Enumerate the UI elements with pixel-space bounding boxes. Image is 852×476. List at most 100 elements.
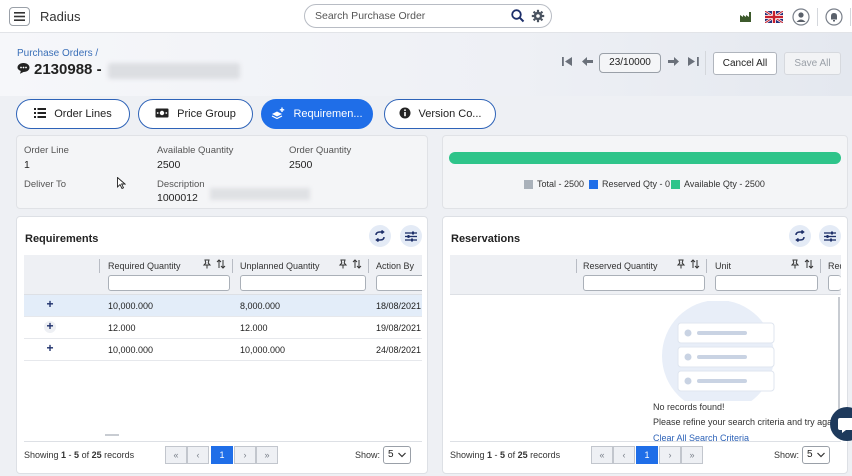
reservations-panel: Reservations Reserved Quantity Unit Req … bbox=[442, 216, 848, 474]
order-quantity-value: 2500 bbox=[289, 159, 313, 171]
clear-all-search-criteria-link[interactable]: Clear All Search Criteria bbox=[653, 433, 749, 441]
breadcrumb[interactable]: Purchase Orders / bbox=[17, 48, 98, 59]
previous-arrow-icon[interactable] bbox=[582, 57, 593, 69]
factory-icon[interactable] bbox=[736, 7, 755, 26]
hamburger-menu-icon[interactable] bbox=[9, 7, 30, 26]
column-header-reserved-quantity[interactable]: Reserved Quantity bbox=[583, 261, 658, 271]
order-line-label: Order Line bbox=[24, 145, 69, 156]
required-quantity-cell: 10,000.000 bbox=[108, 301, 154, 311]
column-separator bbox=[706, 259, 707, 273]
chevron-down-icon bbox=[817, 447, 825, 469]
required-quantity-filter-input[interactable] bbox=[108, 275, 230, 291]
action-by-cell: 19/08/2021 bbox=[376, 323, 422, 333]
unplanned-quantity-cell: 8,000.000 bbox=[240, 301, 281, 311]
quantity-summary: Total - 2500 Reserved Qty - 0 Available … bbox=[442, 135, 848, 209]
cancel-all-button[interactable]: Cancel All bbox=[713, 52, 777, 75]
required-quantity-cell: 10,000.000 bbox=[108, 345, 154, 355]
top-bar: Radius bbox=[0, 0, 852, 33]
pin-icon[interactable] bbox=[676, 259, 686, 272]
sort-icon[interactable] bbox=[804, 259, 814, 272]
column-header-required-quantity[interactable]: Required Quantity bbox=[108, 261, 181, 271]
tab-price-group[interactable]: Price Group bbox=[138, 99, 253, 129]
last-page-button[interactable]: » bbox=[681, 446, 703, 464]
table-row[interactable]: + 10,000.000 10,000.000 24/08/2021 bbox=[24, 339, 422, 361]
notification-bell-icon[interactable] bbox=[824, 7, 843, 26]
column-header-req[interactable]: Req bbox=[828, 261, 841, 271]
sort-icon[interactable] bbox=[690, 259, 700, 272]
show-label: Show: bbox=[355, 450, 381, 460]
action-by-cell: 18/08/2021 bbox=[376, 301, 422, 311]
action-by-filter-input[interactable] bbox=[376, 275, 422, 291]
current-page-button[interactable]: 1 bbox=[211, 446, 233, 464]
legend-swatch bbox=[671, 179, 680, 189]
column-separator bbox=[576, 259, 577, 273]
refresh-icon[interactable] bbox=[369, 225, 391, 247]
search-settings-gear-icon[interactable] bbox=[531, 9, 545, 26]
tab-version-control[interactable]: Version Co... bbox=[384, 99, 496, 129]
uk-flag-icon[interactable] bbox=[764, 7, 783, 26]
record-count: Showing 1 - 5 of 25 records bbox=[24, 450, 135, 460]
sort-icon[interactable] bbox=[216, 259, 226, 272]
first-page-button[interactable]: « bbox=[591, 446, 613, 464]
page-size-select[interactable]: 5 bbox=[383, 446, 411, 464]
page-size-value: 5 bbox=[388, 449, 394, 460]
expand-row-plus-icon[interactable]: + bbox=[44, 298, 56, 311]
chat-support-icon[interactable] bbox=[830, 407, 852, 441]
panel-title: Requirements bbox=[25, 233, 99, 245]
record-pager[interactable]: 23/10000 bbox=[599, 53, 661, 73]
search-input[interactable] bbox=[315, 10, 505, 22]
tab-requirements[interactable]: Requiremen... bbox=[261, 99, 373, 129]
column-settings-icon[interactable] bbox=[819, 225, 841, 247]
column-header-action-by[interactable]: Action By bbox=[376, 261, 414, 271]
first-page-button[interactable]: « bbox=[165, 446, 187, 464]
horizontal-scrollbar[interactable] bbox=[105, 434, 119, 436]
column-settings-icon[interactable] bbox=[400, 225, 422, 247]
column-header-unit[interactable]: Unit bbox=[715, 261, 731, 271]
info-circle-icon bbox=[399, 107, 411, 122]
legend-swatch bbox=[589, 179, 598, 189]
user-avatar-icon[interactable] bbox=[791, 7, 810, 26]
available-quantity-bar bbox=[449, 152, 841, 164]
search-icon[interactable] bbox=[511, 9, 525, 26]
chat-comment-icon[interactable] bbox=[17, 61, 30, 78]
action-by-cell: 24/08/2021 bbox=[376, 345, 422, 355]
last-page-icon[interactable] bbox=[688, 57, 699, 69]
required-quantity-cell: 12.000 bbox=[108, 323, 136, 333]
column-header-unplanned-quantity[interactable]: Unplanned Quantity bbox=[240, 261, 320, 271]
empty-state-hint: Please refine your search criteria and t… bbox=[653, 417, 840, 427]
redacted-supplier-name bbox=[108, 63, 240, 79]
top-divider bbox=[850, 8, 851, 26]
table-row[interactable]: + 10,000.000 8,000.000 18/08/2021 bbox=[24, 295, 422, 317]
unit-filter-input[interactable] bbox=[715, 275, 818, 291]
next-page-button[interactable]: › bbox=[234, 446, 256, 464]
next-page-button[interactable]: › bbox=[659, 446, 681, 464]
next-arrow-icon[interactable] bbox=[668, 57, 679, 69]
pin-icon[interactable] bbox=[338, 259, 348, 272]
last-page-button[interactable]: » bbox=[256, 446, 278, 464]
save-all-button[interactable]: Save All bbox=[784, 52, 841, 75]
expand-row-plus-icon[interactable]: + bbox=[44, 320, 56, 333]
pin-icon[interactable] bbox=[202, 259, 212, 272]
previous-page-button[interactable]: ‹ bbox=[187, 446, 209, 464]
mouse-cursor-icon bbox=[117, 176, 127, 192]
page-size-select[interactable]: 5 bbox=[802, 446, 830, 464]
first-page-icon[interactable] bbox=[562, 57, 573, 69]
current-page-button[interactable]: 1 bbox=[636, 446, 658, 464]
legend-swatch bbox=[524, 179, 533, 189]
money-bill-icon bbox=[155, 108, 169, 121]
unplanned-quantity-filter-input[interactable] bbox=[240, 275, 366, 291]
search-box bbox=[304, 4, 552, 28]
expand-row-plus-icon[interactable]: + bbox=[44, 342, 56, 355]
page-title: 2130988 - bbox=[17, 61, 102, 78]
redacted-description bbox=[210, 188, 310, 200]
table-row[interactable]: + 12.000 12.000 19/08/2021 bbox=[24, 317, 422, 339]
req-filter-input[interactable] bbox=[828, 275, 841, 291]
refresh-icon[interactable] bbox=[789, 225, 811, 247]
tab-order-lines[interactable]: Order Lines bbox=[16, 99, 130, 129]
pin-icon[interactable] bbox=[790, 259, 800, 272]
empty-state-illustration bbox=[653, 300, 783, 412]
reserved-quantity-filter-input[interactable] bbox=[583, 275, 705, 291]
previous-page-button[interactable]: ‹ bbox=[613, 446, 635, 464]
panel-title: Reservations bbox=[451, 233, 521, 245]
sort-icon[interactable] bbox=[352, 259, 362, 272]
